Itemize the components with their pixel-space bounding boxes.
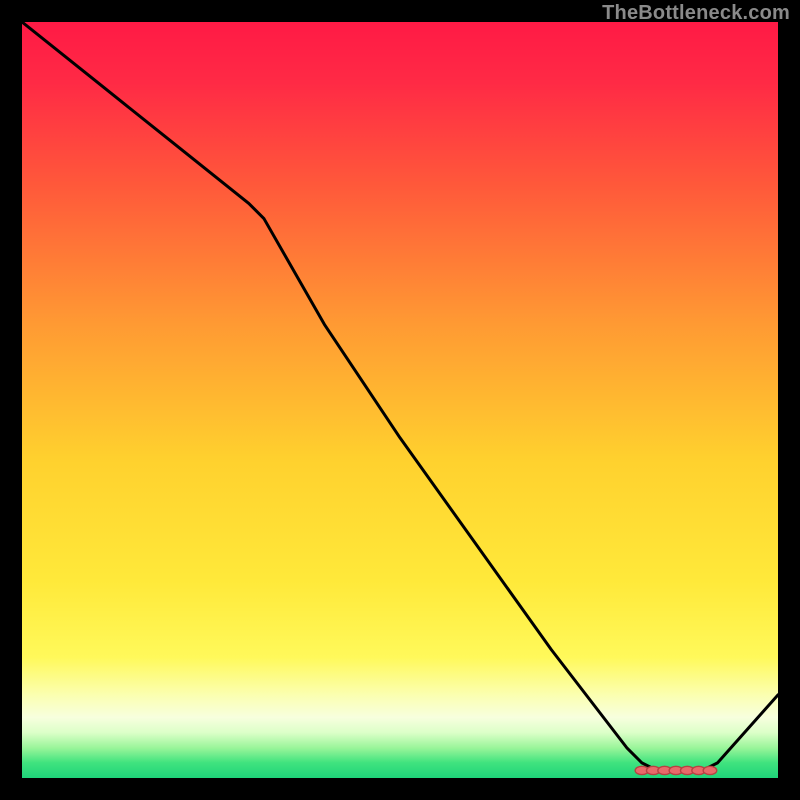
chart-stage: TheBottleneck.com — [0, 0, 800, 800]
marker-point — [703, 766, 717, 774]
data-line-layer — [22, 22, 778, 778]
marker-group — [635, 766, 717, 774]
data-line — [22, 22, 778, 770]
plot-area — [22, 22, 778, 778]
